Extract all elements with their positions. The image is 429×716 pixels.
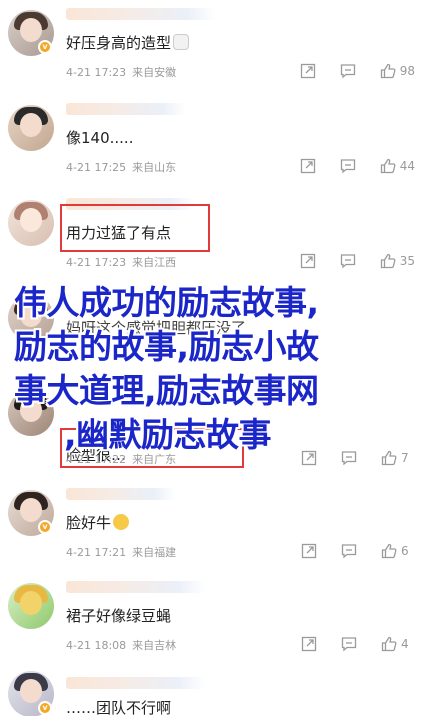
comment-meta: 4-21 17:23 来自江西 xyxy=(66,254,176,270)
comment-meta: 4-21 17:23 来自安徽 xyxy=(66,64,176,80)
overlay-caption: 伟人成功的励志故事, 励志的故事,励志小故 事大道理,励志故事网 ,幽默励志故事 xyxy=(14,281,418,457)
comment-icon[interactable] xyxy=(340,63,356,79)
comment-actions: 44 xyxy=(300,155,415,177)
comment-location: 来自吉林 xyxy=(132,639,177,652)
comment-time: 4-21 17:25 xyxy=(66,161,127,174)
like-count: 6 xyxy=(401,544,409,558)
comment-item: 裙子好像绿豆蝇 4-21 18:08 来自吉林 4 xyxy=(0,573,429,669)
comment-actions: 6 xyxy=(301,540,415,562)
comment-item: 用力过猛了有点 4-21 17:23 来自江西 35 xyxy=(0,190,429,286)
overlay-line: 励志的故事,励志小故 xyxy=(14,327,319,366)
comment-item: v 脸好牛 4-21 17:21 来自福建 6 xyxy=(0,480,429,576)
comment-text: 像140..... xyxy=(66,129,134,147)
share-icon[interactable] xyxy=(300,158,316,174)
comment-text: 用力过猛了有点 xyxy=(66,224,172,242)
comment-text: 裙子好像绿豆蝇 xyxy=(66,607,172,625)
comment-icon[interactable] xyxy=(340,158,356,174)
verified-badge-icon: v xyxy=(38,520,52,534)
username-blurred[interactable] xyxy=(66,488,176,500)
overlay-line: 事大道理,励志故事网 xyxy=(14,371,319,410)
thumbs-up-icon[interactable] xyxy=(380,63,396,79)
overlay-line: 伟人成功的励志故事, xyxy=(14,283,319,322)
comment-item: 像140..... 4-21 17:25 来自山东 44 xyxy=(0,95,429,191)
comment-text: ……团队不行啊 xyxy=(66,699,172,716)
username-blurred[interactable] xyxy=(66,581,206,593)
comment-location: 来自山东 xyxy=(132,161,177,174)
like-count: 35 xyxy=(399,254,415,268)
share-icon[interactable] xyxy=(301,636,317,652)
avatar[interactable] xyxy=(8,105,54,151)
username-blurred[interactable] xyxy=(66,677,206,689)
comment-item: v ……团队不行啊 xyxy=(0,665,429,716)
comment-icon[interactable] xyxy=(341,543,357,559)
like-count: 4 xyxy=(401,637,409,651)
share-icon[interactable] xyxy=(300,63,316,79)
verified-badge-icon: v xyxy=(38,701,52,715)
thumbs-up-icon[interactable] xyxy=(380,253,396,269)
share-icon[interactable] xyxy=(300,253,316,269)
comment-location: 来自福建 xyxy=(132,546,177,559)
share-icon[interactable] xyxy=(301,543,317,559)
comment-item: v 好压身高的造型 4-21 17:23 来自安徽 98 xyxy=(0,0,429,96)
comment-icon[interactable] xyxy=(341,636,357,652)
comment-text: 脸好牛 xyxy=(66,512,130,533)
thumbs-up-icon[interactable] xyxy=(381,636,397,652)
comment-location: 来自安徽 xyxy=(132,66,177,79)
thumbs-up-icon[interactable] xyxy=(381,543,397,559)
comment-meta: 4-21 17:21 来自福建 xyxy=(66,544,176,560)
username-blurred[interactable] xyxy=(66,8,216,20)
verified-badge-icon: v xyxy=(38,40,52,54)
comment-actions: 35 xyxy=(300,250,415,272)
comment-time: 4-21 18:08 xyxy=(66,639,127,652)
overlay-line: ,幽默励志故事 xyxy=(64,415,272,454)
avatar[interactable] xyxy=(8,200,54,246)
like-count: 98 xyxy=(399,64,415,78)
comment-actions: 98 xyxy=(300,60,415,82)
thumbs-up-icon[interactable] xyxy=(380,158,396,174)
mask-emoji-icon xyxy=(173,34,190,50)
username-blurred[interactable] xyxy=(66,103,186,115)
comment-text: 好压身高的造型 xyxy=(66,32,190,53)
comment-actions: 4 xyxy=(301,633,415,655)
comment-location: 来自江西 xyxy=(132,256,177,269)
crying-emoji-icon xyxy=(113,514,130,530)
comment-meta: 4-21 18:08 来自吉林 xyxy=(66,637,176,653)
comment-time: 4-21 17:21 xyxy=(66,546,127,559)
comment-icon[interactable] xyxy=(340,253,356,269)
comment-time: 4-21 17:23 xyxy=(66,66,127,79)
like-count: 44 xyxy=(399,159,415,173)
comment-meta: 4-21 17:25 来自山东 xyxy=(66,159,176,175)
avatar[interactable] xyxy=(8,583,54,629)
comment-time: 4-21 17:23 xyxy=(66,256,127,269)
